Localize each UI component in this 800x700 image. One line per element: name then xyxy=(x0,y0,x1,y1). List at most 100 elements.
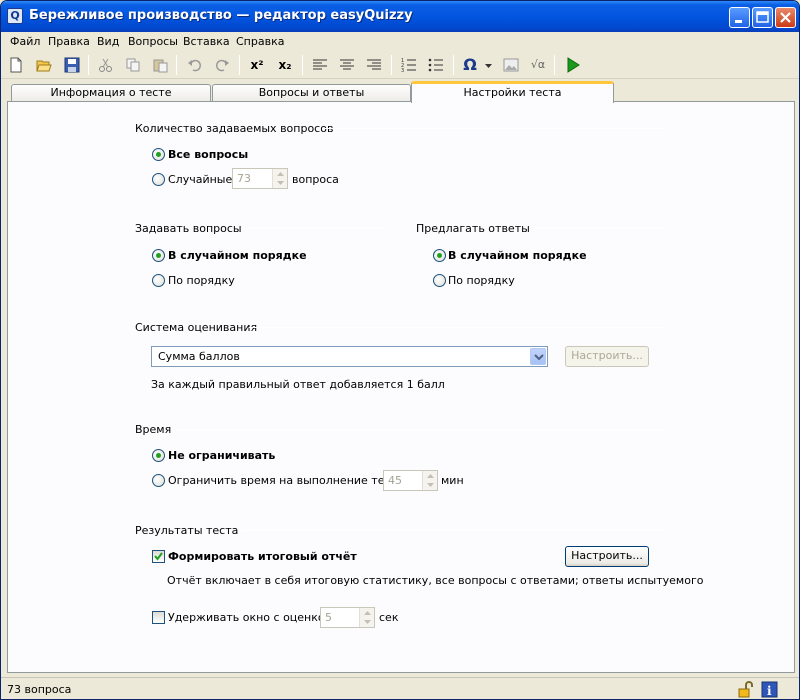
answers-in-order-radio[interactable] xyxy=(433,274,446,287)
cut-button[interactable] xyxy=(95,54,117,76)
new-document-icon xyxy=(10,57,22,73)
maximize-button[interactable] xyxy=(752,7,773,28)
toolbar-separator xyxy=(453,55,454,75)
numbered-list-icon: 123 xyxy=(401,58,416,73)
menu-file[interactable]: Файл xyxy=(10,35,40,48)
insert-image-icon xyxy=(503,58,519,72)
insert-formula-button[interactable]: √α xyxy=(527,54,549,76)
stepper-arrows[interactable] xyxy=(272,169,287,188)
close-icon xyxy=(780,12,791,23)
save-button[interactable] xyxy=(61,54,83,76)
copy-button[interactable] xyxy=(122,54,144,76)
stepper-up-down-icon xyxy=(427,474,434,487)
undo-button[interactable] xyxy=(184,54,206,76)
bulleted-list-button[interactable] xyxy=(425,54,447,76)
grading-dropdown-button[interactable] xyxy=(530,348,546,365)
hold-window-checkbox[interactable] xyxy=(152,611,165,624)
time-group-label: Время xyxy=(135,423,172,436)
menu-edit[interactable]: Правка xyxy=(48,35,90,48)
paste-button[interactable] xyxy=(149,54,171,76)
toolbar: x² x₂ 123 Ω √α xyxy=(1,51,799,79)
subscript-button[interactable]: x₂ xyxy=(274,54,296,76)
open-button[interactable] xyxy=(33,54,55,76)
stepper-up-down-icon xyxy=(277,172,284,185)
tab-test-settings[interactable]: Настройки теста xyxy=(411,81,614,103)
cut-icon xyxy=(99,58,112,72)
symbol-dropdown-button[interactable] xyxy=(483,54,495,76)
unlock-button[interactable] xyxy=(737,681,755,699)
new-document-button[interactable] xyxy=(5,54,27,76)
insert-image-button[interactable] xyxy=(500,54,522,76)
minimize-button[interactable] xyxy=(729,7,750,28)
time-limit-radio[interactable] xyxy=(152,474,165,487)
toolbar-separator xyxy=(88,55,89,75)
align-left-icon xyxy=(313,59,327,70)
grading-system-select[interactable]: Сумма баллов xyxy=(151,346,548,367)
group-divider xyxy=(532,228,666,229)
align-right-button[interactable] xyxy=(363,54,385,76)
offer-answers-group-label: Предлагать ответы xyxy=(416,222,530,235)
time-limit-value: 45 xyxy=(388,474,402,487)
time-limit-stepper[interactable]: 45 xyxy=(383,470,438,491)
redo-icon xyxy=(215,59,229,72)
hold-window-label: Удерживать окно с оценкой xyxy=(168,611,332,624)
group-divider xyxy=(249,327,666,328)
align-center-button[interactable] xyxy=(336,54,358,76)
toolbar-separator xyxy=(176,55,177,75)
time-unlimited-label: Не ограничивать xyxy=(168,449,276,462)
align-left-button[interactable] xyxy=(309,54,331,76)
open-folder-icon xyxy=(36,60,52,72)
tab-questions-answers[interactable]: Вопросы и ответы xyxy=(212,84,411,102)
ask-in-order-label: По порядку xyxy=(168,274,235,287)
stepper-arrows[interactable] xyxy=(359,608,374,627)
report-checkbox[interactable] xyxy=(152,550,165,563)
insert-symbol-button[interactable]: Ω xyxy=(459,54,481,76)
hold-seconds-stepper[interactable]: 5 xyxy=(320,607,375,628)
report-configure-button[interactable]: Настроить... xyxy=(565,546,649,567)
report-label: Формировать итоговый отчёт xyxy=(168,550,357,563)
tab-test-info[interactable]: Информация о тесте xyxy=(11,84,211,102)
grading-group-label: Система оценивания xyxy=(135,321,258,334)
paste-icon xyxy=(153,59,168,73)
toolbar-separator xyxy=(391,55,392,75)
app-window: Q Бережливое производство — редактор eas… xyxy=(0,0,800,700)
menu-view[interactable]: Вид xyxy=(97,35,119,48)
svg-text:3: 3 xyxy=(401,68,404,73)
close-button[interactable] xyxy=(775,7,796,28)
ask-in-order-radio[interactable] xyxy=(152,274,165,287)
menu-questions[interactable]: Вопросы xyxy=(128,35,178,48)
menu-bar: Файл Правка Вид Вопросы Вставка Справка xyxy=(1,32,799,51)
hold-seconds-value: 5 xyxy=(325,611,332,624)
stepper-arrows[interactable] xyxy=(422,471,437,490)
svg-text:i: i xyxy=(767,684,772,698)
time-limit-label: Ограничить время на выполнение теста xyxy=(168,474,404,487)
run-test-icon xyxy=(567,57,580,73)
group-divider xyxy=(324,128,666,129)
answers-random-order-radio[interactable] xyxy=(433,249,446,262)
random-count-stepper[interactable]: 73 xyxy=(232,168,288,189)
random-questions-radio[interactable] xyxy=(152,173,165,186)
redo-button[interactable] xyxy=(211,54,233,76)
group-divider xyxy=(241,530,666,531)
run-test-button[interactable] xyxy=(562,54,584,76)
superscript-button[interactable]: x² xyxy=(246,54,268,76)
window-title: Бережливое производство — редактор easyQ… xyxy=(29,8,413,23)
time-unlimited-radio[interactable] xyxy=(152,449,165,462)
all-questions-radio[interactable] xyxy=(152,148,165,161)
random-count-value: 73 xyxy=(237,172,251,185)
toolbar-separator xyxy=(554,55,555,75)
status-bar: 73 вопроса i xyxy=(1,677,799,699)
ask-random-order-radio[interactable] xyxy=(152,249,165,262)
app-icon: Q xyxy=(7,8,23,24)
menu-help[interactable]: Справка xyxy=(236,35,284,48)
chevron-down-icon xyxy=(534,354,544,361)
info-button[interactable]: i xyxy=(761,681,779,699)
copy-icon xyxy=(126,58,140,72)
title-bar[interactable]: Q Бережливое производство — редактор eas… xyxy=(1,1,799,32)
numbered-list-button[interactable]: 123 xyxy=(398,54,420,76)
menu-insert[interactable]: Вставка xyxy=(183,35,230,48)
group-divider xyxy=(244,228,385,229)
unlock-icon xyxy=(738,681,753,698)
grading-system-value: Сумма баллов xyxy=(158,350,240,363)
grading-configure-button[interactable]: Настроить... xyxy=(565,346,649,367)
